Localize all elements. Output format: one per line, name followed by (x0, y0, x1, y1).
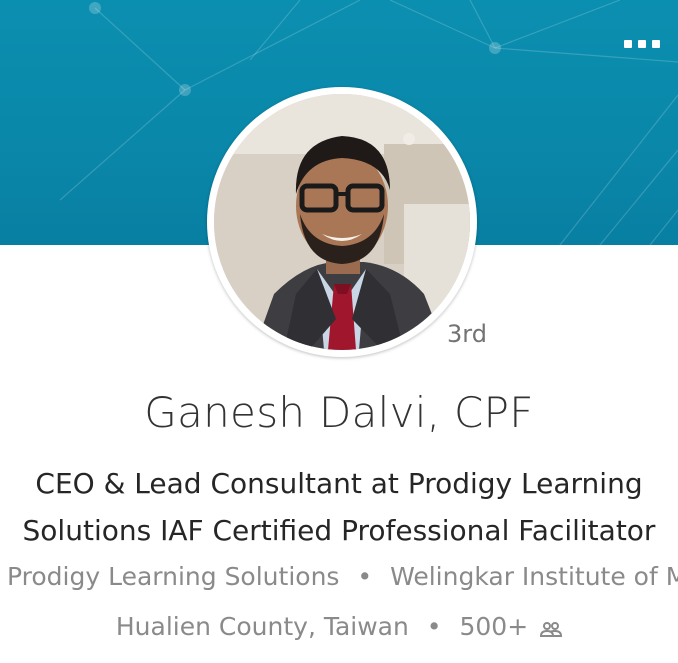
profile-location: Hualien County, Taiwan (115, 612, 409, 641)
profile-photo-frame[interactable] (207, 87, 477, 357)
more-dots-icon (624, 40, 632, 48)
people-icon (540, 614, 563, 643)
more-options-button[interactable] (618, 30, 666, 58)
separator-dot: • (426, 612, 442, 641)
more-dot (638, 40, 646, 48)
location-connections-row: Hualien County, Taiwan • 500+ (0, 612, 678, 643)
headline-line-1: CEO & Lead Consultant at Prodigy Learnin… (35, 467, 643, 500)
profile-name: Ganesh Dalvi, CPF (144, 388, 534, 437)
separator-dot: • (357, 562, 373, 591)
current-company-link[interactable]: Prodigy Learning Solutions (7, 562, 339, 591)
profile-headline: CEO & Lead Consultant at Prodigy Learnin… (10, 460, 668, 554)
profile-page: 3rd Ganesh Dalvi, CPF CEO & Lead Consult… (0, 0, 678, 663)
connection-degree-badge: 3rd (447, 320, 487, 348)
school-link[interactable]: Welingkar Institute of Ma (390, 562, 678, 591)
profile-photo (214, 94, 470, 350)
headline-line-2: Solutions IAF Certified Professional Fac… (22, 514, 656, 547)
experience-education-row: Prodigy Learning Solutions • Welingkar I… (7, 562, 678, 591)
avatar[interactable] (214, 94, 470, 350)
more-dot (652, 40, 660, 48)
connections-count[interactable]: 500+ (460, 612, 529, 641)
